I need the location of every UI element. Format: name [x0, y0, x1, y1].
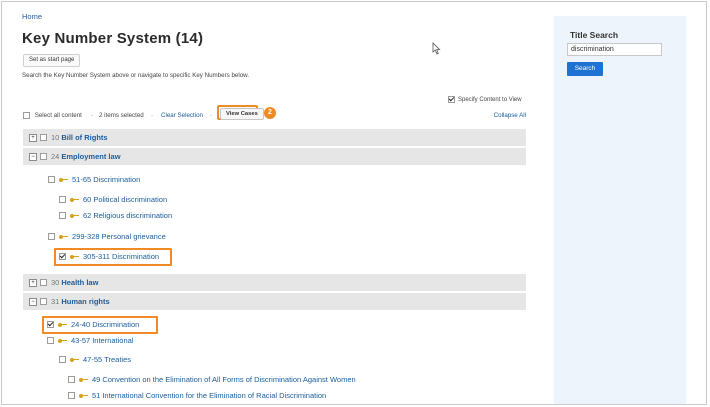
key-icon: [59, 177, 69, 183]
breadcrumb-home[interactable]: Home: [22, 12, 42, 21]
key-number: 24: [51, 152, 60, 161]
key-number[interactable]: 60: [83, 195, 91, 204]
tree-row[interactable]: 305-311 Discrimination: [59, 252, 519, 261]
key-icon: [58, 322, 68, 328]
tree-row[interactable]: 47-55 Treaties: [59, 355, 519, 364]
topic-title[interactable]: Discrimination: [92, 320, 139, 329]
topic-title[interactable]: Personal grievance: [102, 232, 166, 241]
title-search-input[interactable]: [567, 43, 662, 56]
row-checkbox[interactable]: [68, 376, 75, 383]
collapse-all-link[interactable]: Collapse All: [494, 111, 526, 120]
key-number[interactable]: 43-57: [71, 336, 90, 345]
page-frame: Home Key Number System (14) Set as start…: [1, 1, 707, 405]
select-all-control[interactable]: Select all content: [23, 111, 82, 120]
specify-content-toggle[interactable]: Specify Content to View: [448, 96, 522, 103]
tree-row[interactable]: 49 Convention on the Elimination of All …: [68, 375, 523, 384]
separator-dot: ·: [151, 112, 154, 119]
row-checkbox[interactable]: [40, 153, 47, 160]
key-number: 10: [51, 133, 60, 142]
select-all-checkbox[interactable]: [23, 111, 30, 119]
key-icon: [70, 357, 80, 363]
key-number: 30: [51, 278, 60, 287]
tree-row[interactable]: − 31 Human rights: [23, 293, 526, 310]
select-all-label: Select all content: [34, 112, 82, 119]
row-checkbox[interactable]: [48, 233, 55, 240]
expand-icon[interactable]: +: [29, 278, 37, 287]
page-description: Search the Key Number System above or na…: [22, 72, 249, 79]
tree-row[interactable]: 51 International Convention for the Elim…: [68, 391, 523, 400]
mouse-cursor-icon: [432, 42, 441, 55]
tree-row[interactable]: 43-57 International: [47, 336, 517, 345]
clear-selection-link[interactable]: Clear Selection: [161, 111, 203, 120]
key-icon: [70, 213, 80, 219]
search-button[interactable]: Search: [567, 62, 603, 76]
row-checkbox[interactable]: [59, 356, 66, 363]
key-icon: [59, 234, 69, 240]
topic-title[interactable]: Human rights: [61, 297, 109, 306]
tree-row[interactable]: − 24 Employment law: [23, 148, 526, 165]
tree-row[interactable]: 299-328 Personal grievance: [48, 232, 518, 241]
selection-toolbar: Select all content · 2 items selected · …: [23, 105, 526, 123]
tree-row[interactable]: 51-65 Discrimination: [48, 175, 518, 184]
tree-row[interactable]: + 30 Health law: [23, 274, 526, 291]
tree-row[interactable]: 62 Religious discrimination: [59, 211, 519, 220]
topic-title[interactable]: Health law: [61, 278, 98, 287]
collapse-icon[interactable]: −: [29, 152, 37, 161]
key-icon: [58, 338, 68, 344]
title-search-panel: Title Search Search: [554, 16, 686, 404]
items-selected-count: 2 items selected: [99, 112, 144, 119]
page-title: Key Number System (14): [22, 30, 204, 47]
separator-dot: ·: [210, 112, 213, 119]
row-checkbox[interactable]: [59, 196, 66, 203]
row-checkbox[interactable]: [40, 134, 47, 141]
key-number[interactable]: 47-55: [83, 355, 102, 364]
topic-title[interactable]: Political discrimination: [93, 195, 167, 204]
topic-title[interactable]: International: [92, 336, 133, 345]
key-number[interactable]: 51: [92, 391, 100, 400]
specify-content-checkbox[interactable]: [448, 96, 455, 103]
row-checkbox[interactable]: [59, 212, 66, 219]
set-start-page-button[interactable]: Set as start page: [23, 54, 81, 67]
row-checkbox[interactable]: [47, 337, 54, 344]
topic-title[interactable]: Convention on the Elimination of All For…: [102, 375, 355, 384]
row-checkbox[interactable]: [40, 298, 47, 305]
topic-title[interactable]: Discrimination: [93, 175, 140, 184]
key-number[interactable]: 24-40: [71, 320, 90, 329]
key-icon: [79, 377, 89, 383]
title-search-heading: Title Search: [570, 30, 619, 40]
topic-title[interactable]: Employment law: [61, 152, 120, 161]
separator-dot: ·: [91, 112, 94, 119]
key-number: 31: [51, 297, 60, 306]
key-number[interactable]: 49: [92, 375, 100, 384]
key-number[interactable]: 299-328: [72, 232, 100, 241]
topic-title[interactable]: International Convention for the Elimina…: [102, 391, 326, 400]
view-cases-button[interactable]: View Cases: [220, 108, 264, 120]
key-icon: [79, 393, 89, 399]
tree-row[interactable]: 24-40 Discrimination: [47, 320, 517, 329]
row-checkbox[interactable]: [48, 176, 55, 183]
step-badge: 2: [264, 107, 276, 119]
key-number[interactable]: 51-65: [72, 175, 91, 184]
row-checkbox[interactable]: [59, 253, 66, 260]
key-number[interactable]: 305-311: [83, 252, 110, 261]
topic-title[interactable]: Treaties: [104, 355, 131, 364]
collapse-icon[interactable]: −: [29, 297, 37, 306]
topic-title[interactable]: Religious discrimination: [93, 211, 172, 220]
row-checkbox[interactable]: [68, 392, 75, 399]
tree-row[interactable]: 60 Political discrimination: [59, 195, 519, 204]
key-icon: [70, 197, 80, 203]
topic-title[interactable]: Discrimination: [112, 252, 159, 261]
specify-content-label: Specify Content to View: [458, 96, 522, 103]
key-icon: [70, 254, 80, 260]
row-checkbox[interactable]: [40, 279, 47, 286]
row-checkbox[interactable]: [47, 321, 54, 328]
topic-title[interactable]: Bill of Rights: [61, 133, 107, 142]
key-number[interactable]: 62: [83, 211, 91, 220]
tree-row[interactable]: + 10 Bill of Rights: [23, 129, 526, 146]
expand-icon[interactable]: +: [29, 133, 37, 142]
